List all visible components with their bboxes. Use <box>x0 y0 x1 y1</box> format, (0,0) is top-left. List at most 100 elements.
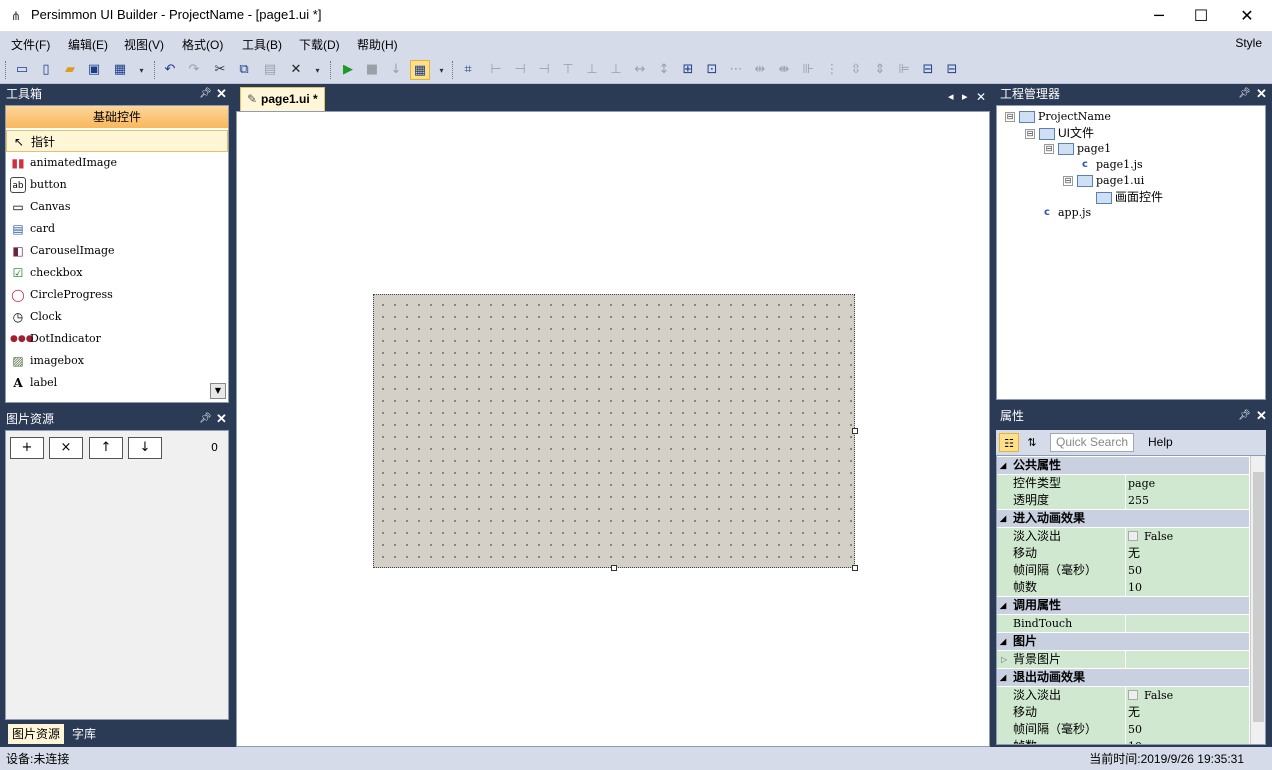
toolbox-item-canvas[interactable]: ▭ Canvas <box>6 196 228 218</box>
style-menu[interactable]: Style <box>1235 36 1262 50</box>
categorized-view-icon[interactable]: ☷ <box>999 433 1019 452</box>
align-right-icon[interactable]: ⊣ <box>534 60 554 80</box>
copy-icon[interactable]: ⧉ <box>234 60 254 80</box>
v-space-equal-icon[interactable]: ⋮ <box>822 60 842 80</box>
property-row[interactable]: ▷ 背景图片 <box>997 651 1249 668</box>
toolbar-overflow-icon[interactable]: ▾ <box>137 62 146 80</box>
toolbox-item-clock[interactable]: ◷ Clock <box>6 306 228 328</box>
move-image-up-button[interactable]: ↑ <box>89 437 123 459</box>
menu-edit[interactable]: 编辑(E) <box>68 36 108 53</box>
undo-icon[interactable]: ↶ <box>160 60 180 80</box>
collapse-triangle-icon[interactable]: ◢ <box>1000 510 1006 527</box>
checkbox-icon[interactable] <box>1128 690 1138 700</box>
menu-file[interactable]: 文件(F) <box>11 36 50 53</box>
property-category[interactable]: ◢ 图片 <box>997 633 1249 650</box>
collapse-icon[interactable]: ⊟ <box>1044 144 1054 154</box>
download-icon[interactable]: ↓ <box>386 60 406 80</box>
property-row[interactable]: 帧数10 <box>997 738 1249 744</box>
property-row[interactable]: 帧间隔（毫秒） 50 <box>997 562 1249 579</box>
delete-icon[interactable]: ✕ <box>286 60 306 80</box>
toolbox-item-label[interactable]: A label <box>6 372 228 394</box>
property-category[interactable]: ◢ 公共属性 <box>997 457 1249 474</box>
scrollbar-thumb[interactable] <box>1253 472 1264 722</box>
open-folder-icon[interactable]: ▰ <box>60 60 80 80</box>
same-height-icon[interactable]: ↕ <box>654 60 674 80</box>
toolbox-item-dotindicator[interactable]: ●●● DotIndicator <box>6 328 228 350</box>
tree-node-page1-ui[interactable]: ⊟ page1.ui <box>1063 173 1144 189</box>
v-space-increase-icon[interactable]: ⇳ <box>846 60 866 80</box>
property-row[interactable]: 淡入淡出 False <box>997 687 1249 704</box>
close-icon[interactable]: ✕ <box>1256 84 1267 104</box>
resize-handle-right[interactable] <box>852 428 858 434</box>
alphabetical-sort-icon[interactable]: ⇅ <box>1022 433 1042 452</box>
center-horizontal-icon[interactable]: ⊡ <box>702 60 722 80</box>
quick-search-input[interactable]: Quick Search <box>1050 433 1134 452</box>
toolbox-item-pointer[interactable]: ↖ 指针 <box>6 130 228 152</box>
align-bottom-icon[interactable]: ⊥ <box>606 60 626 80</box>
pin-icon[interactable]: 📌︎ <box>199 409 212 429</box>
resize-handle-bottom[interactable] <box>611 565 617 571</box>
menu-format[interactable]: 格式(O) <box>182 36 223 53</box>
collapse-icon[interactable]: ⊟ <box>1005 112 1015 122</box>
property-row[interactable]: 移动无 <box>997 545 1249 562</box>
tree-node-page1-js[interactable]: c page1.js <box>1077 157 1143 173</box>
resize-handle-corner[interactable] <box>852 565 858 571</box>
tree-node-page1[interactable]: ⊟ page1 <box>1044 141 1111 157</box>
tree-node-ui-files[interactable]: ⊟ UI文件 <box>1025 125 1094 141</box>
toolbar-overflow-icon[interactable]: ▾ <box>313 62 322 80</box>
toolbox-item-checkbox[interactable]: ☑ checkbox <box>6 262 228 284</box>
tree-node-screen-controls[interactable]: 画面控件 <box>1096 189 1163 205</box>
collapse-icon[interactable]: ⊟ <box>1063 176 1073 186</box>
h-space-remove-icon[interactable]: ⊪ <box>798 60 818 80</box>
toolbox-item-imagebox[interactable]: ▨ imagebox <box>6 350 228 372</box>
same-size-icon[interactable]: ⊞ <box>678 60 698 80</box>
remove-image-button[interactable]: × <box>49 437 83 459</box>
property-row[interactable]: 帧间隔（毫秒） 50 <box>997 721 1249 738</box>
property-grid-scrollbar[interactable] <box>1250 456 1265 744</box>
toolbox-item-card[interactable]: ▤ card <box>6 218 228 240</box>
h-space-equal-icon[interactable]: ⋯ <box>726 60 746 80</box>
property-row[interactable]: 透明度 255 <box>997 492 1249 509</box>
pin-icon[interactable]: 📌︎ <box>1238 84 1251 104</box>
property-row[interactable]: BindTouch <box>997 615 1249 632</box>
align-left-icon[interactable]: ⊢ <box>486 60 506 80</box>
menu-download[interactable]: 下载(D) <box>299 36 340 53</box>
property-row[interactable]: 控件类型 page <box>997 475 1249 492</box>
close-document-icon[interactable]: ✕ <box>976 90 986 104</box>
same-width-icon[interactable]: ↔ <box>630 60 650 80</box>
tab-page1-ui[interactable]: ✎ page1.ui * <box>240 87 325 111</box>
property-row[interactable]: 帧数10 <box>997 579 1249 596</box>
toolbox-scroll-down-button[interactable]: ▼ <box>210 383 226 399</box>
v-space-remove-icon[interactable]: ⊫ <box>894 60 914 80</box>
grid-toggle-icon[interactable]: ▦ <box>410 60 430 80</box>
toolbox-item-animatedimage[interactable]: ▮▮ animatedImage <box>6 152 228 174</box>
close-icon[interactable]: ✕ <box>1256 406 1267 426</box>
align-to-grid-icon[interactable]: ⌗ <box>458 60 478 80</box>
checkbox-icon[interactable] <box>1128 531 1138 541</box>
tree-node-project[interactable]: ⊟ ProjectName <box>1005 109 1111 125</box>
property-row[interactable]: 淡入淡出 False <box>997 528 1249 545</box>
h-space-decrease-icon[interactable]: ⇼ <box>774 60 794 80</box>
toolbar-overflow-icon[interactable]: ▾ <box>437 62 446 80</box>
collapse-triangle-icon[interactable]: ◢ <box>1000 597 1006 614</box>
stop-icon[interactable]: ■ <box>362 60 382 80</box>
new-project-icon[interactable]: ▭ <box>12 60 32 80</box>
menu-help[interactable]: 帮助(H) <box>357 36 398 53</box>
tab-image-resources[interactable]: 图片资源 <box>8 724 65 744</box>
help-button[interactable]: Help <box>1148 435 1173 449</box>
pin-icon[interactable]: 📌︎ <box>199 84 212 104</box>
align-center-icon[interactable]: ⊣ <box>510 60 530 80</box>
tab-font-library[interactable]: 字库 <box>68 724 100 744</box>
collapse-triangle-icon[interactable]: ◢ <box>1000 633 1006 650</box>
minimize-button[interactable]: ─ <box>1136 0 1182 32</box>
add-image-button[interactable]: + <box>10 437 44 459</box>
new-file-icon[interactable]: ▯ <box>36 60 56 80</box>
close-button[interactable]: ✕ <box>1224 0 1270 32</box>
tree-node-app-js[interactable]: c app.js <box>1039 205 1091 221</box>
save-icon[interactable]: ▣ <box>84 60 104 80</box>
align-top-icon[interactable]: ⊤ <box>558 60 578 80</box>
menu-view[interactable]: 视图(V) <box>124 36 164 53</box>
move-image-down-button[interactable]: ↓ <box>128 437 162 459</box>
v-space-decrease-icon[interactable]: ⇕ <box>870 60 890 80</box>
property-row[interactable]: 移动无 <box>997 704 1249 721</box>
